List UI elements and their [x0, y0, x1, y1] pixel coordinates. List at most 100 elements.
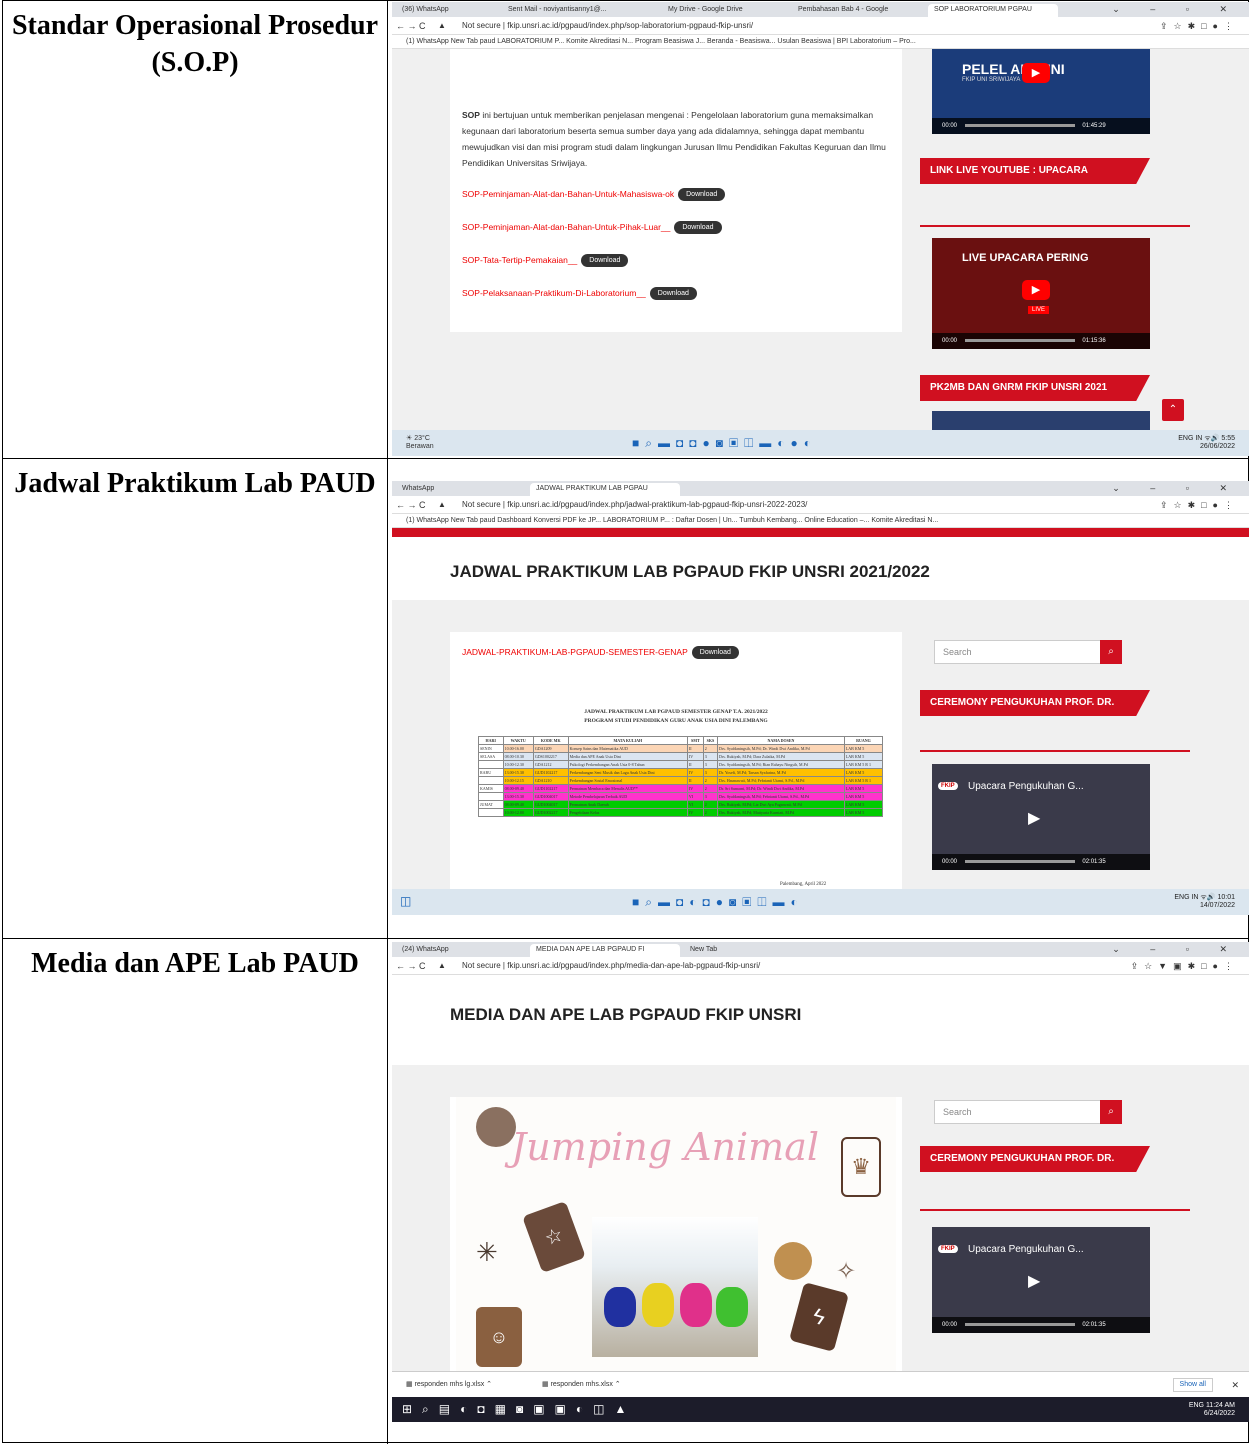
schedule-title: JADWAL PRAKTIKUM LAB PGPAUD SEMESTER GEN…	[584, 709, 768, 715]
schedule-cell	[478, 808, 504, 817]
schedule-row: 10.00-12.00 GUD1002217 Pengelolaan Kelas IV…	[478, 808, 884, 817]
nav-arrows-icon[interactable]: ← → C	[396, 496, 426, 514]
tab[interactable]: My Drive - Google Drive	[662, 4, 782, 17]
download-item[interactable]: ▦ responden mhs.xlsx ⌃	[542, 1372, 621, 1398]
toolbar-icons[interactable]: ⇪☆✱□●⋮	[1160, 17, 1239, 35]
video-embed[interactable]: LIVE UPACARA PERING ▶ LIVE 00:00 01:15:3…	[932, 238, 1150, 349]
weather-desc: Berawan	[406, 443, 434, 450]
search-button[interactable]: ⌕	[1100, 640, 1122, 664]
sop-link-row[interactable]: SOP-Pelaksanaan-Praktikum-Di-Laboratoriu…	[462, 287, 697, 300]
search-input[interactable]: Search	[934, 1100, 1120, 1124]
address-bar[interactable]: ← → C ▲ Not secure | fkip.unsri.ac.id/pg…	[392, 957, 1249, 975]
schedule-cell: 08.00-09.40	[502, 784, 534, 793]
sop-link-row[interactable]: SOP-Peminjaman-Alat-dan-Bahan-Untuk-Piha…	[462, 221, 722, 234]
intro-paragraph: SOP ini bertujuan untuk memberikan penje…	[462, 107, 892, 171]
nav-arrows-icon[interactable]: ← → C	[396, 957, 426, 975]
video-controls[interactable]: 00:00 01:45:29	[932, 118, 1150, 134]
task-view-icon[interactable]: ◫	[400, 894, 411, 908]
clock-date: 14/07/2022	[1199, 902, 1235, 909]
schedule-header-cell: NAMA DOSEN	[717, 736, 845, 745]
tab[interactable]: WhatsApp	[396, 483, 526, 496]
tab-active[interactable]: MEDIA DAN APE LAB PGPAUD FI	[530, 944, 680, 957]
screenshot-jadwal: WhatsApp JADWAL PRAKTIKUM LAB PGPAU ⌄ – …	[392, 481, 1249, 915]
search-input[interactable]: Search	[934, 640, 1120, 664]
sop-link-row[interactable]: SOP-Peminjaman-Alat-dan-Bahan-Untuk-Maha…	[462, 188, 726, 201]
window-controls[interactable]: ⌄ – ▫ ✕	[1112, 4, 1241, 15]
schedule-link[interactable]: JADWAL-PRAKTIKUM-LAB-PGPAUD-SEMESTER-GEN…	[462, 647, 688, 657]
sop-link-row[interactable]: SOP-Tata-Tertip-Pemakaian__ Download	[462, 254, 629, 267]
address-bar[interactable]: ← → C ▲ Not secure | fkip.unsri.ac.id/pg…	[392, 17, 1249, 35]
download-button[interactable]: Download	[691, 646, 739, 659]
intro-text: ini bertujuan untuk memberikan penjelasa…	[462, 110, 886, 168]
system-tray[interactable]: ENG IN ᯤ🔊 10:01 14/07/2022	[1174, 894, 1235, 910]
video-controls[interactable]: 00:00 02:01:35	[932, 1317, 1150, 1333]
download-button[interactable]: Download	[678, 188, 726, 201]
main-card: JADWAL-PRAKTIKUM-LAB-PGPAUD-SEMESTER-GEN…	[450, 632, 902, 889]
schedule-cell: IV	[686, 752, 704, 761]
nav-arrows-icon[interactable]: ← → C	[396, 17, 426, 35]
tab-active[interactable]: SOP LABORATORIUM PGPAU	[928, 4, 1058, 17]
schedule-cell: LAB KM 5	[843, 800, 884, 809]
system-tray[interactable]: ENG 11:24 AM 6/24/2022	[1189, 1402, 1235, 1418]
schedule-cell: 2	[702, 744, 719, 753]
toolbar-icons[interactable]: ⇪☆▼▣✱□●⋮	[1131, 957, 1239, 975]
play-icon[interactable]: ▶	[1028, 1271, 1040, 1291]
video-controls[interactable]: 00:00 02:01:35	[932, 854, 1150, 870]
tab[interactable]: Pembahasan Bab 4 - Google	[792, 4, 922, 17]
taskbar-app-icons[interactable]: ⊞⌕▤◐◘▦◙▣▣◐◫▲	[402, 1402, 636, 1417]
coin-icon	[774, 1242, 812, 1280]
schedule-cell: IV	[686, 768, 704, 777]
url-text[interactable]: fkip.unsri.ac.id/pgpaud/index.php/media-…	[507, 961, 760, 970]
video-embed[interactable]	[932, 411, 1150, 430]
download-button[interactable]: Download	[581, 254, 629, 267]
play-icon[interactable]: ▶	[1022, 63, 1050, 83]
video-embed[interactable]: FKIP Upacara Pengukuhan G... ▶ 00:00 02:…	[932, 1227, 1150, 1333]
schedule-row: KAMIS 08.00-09.40 GUD1102217 Permainan Memb…	[478, 784, 884, 793]
security-label: Not secure	[462, 500, 501, 509]
close-icon[interactable]: ✕	[1231, 1372, 1239, 1398]
taskbar-app-icons[interactable]: ■⌕▬◘◘●◙▣◫▬◐●◐	[632, 436, 817, 451]
url-text[interactable]: fkip.unsri.ac.id/pgpaud/index.php/sop-la…	[507, 21, 753, 30]
show-all-button[interactable]: Show all	[1172, 1378, 1213, 1392]
weather-widget[interactable]: ☀ 23°C Berawan	[406, 435, 434, 451]
scroll-top-button[interactable]: ⌃	[1162, 399, 1184, 421]
sop-link[interactable]: SOP-Tata-Tertip-Pemakaian__	[462, 255, 577, 265]
window-controls[interactable]: ⌄ – ▫ ✕	[1112, 483, 1241, 494]
schedule-cell: LAB KM 5	[843, 808, 884, 817]
tab[interactable]: (24) WhatsApp	[396, 944, 526, 957]
download-item[interactable]: ▦ responden mhs lg.xlsx ⌃	[406, 1372, 492, 1398]
sop-link[interactable]: SOP-Peminjaman-Alat-dan-Bahan-Untuk-Piha…	[462, 222, 670, 232]
download-button[interactable]: Download	[649, 287, 697, 300]
search-button[interactable]: ⌕	[1100, 1100, 1122, 1124]
bookmarks-bar[interactable]: (1) WhatsApp New Tab paud Dashboard Konv…	[392, 514, 1249, 528]
tab[interactable]: (36) WhatsApp	[396, 4, 496, 17]
url-text[interactable]: fkip.unsri.ac.id/pgpaud/index.php/jadwal…	[507, 500, 807, 509]
schedule-cell: 2	[702, 784, 719, 793]
play-icon[interactable]: ▶	[1022, 280, 1050, 300]
magnifier-icon	[476, 1107, 516, 1147]
sop-link[interactable]: SOP-Pelaksanaan-Praktikum-Di-Laboratoriu…	[462, 288, 646, 298]
system-tray[interactable]: ENG IN ᯤ🔊 5:55 26/06/2022	[1178, 435, 1235, 451]
tab-active[interactable]: JADWAL PRAKTIKUM LAB PGPAU	[530, 483, 680, 496]
row-label: Jadwal Praktikum Lab PAUD	[3, 459, 388, 938]
tab-bar: (24) WhatsApp MEDIA DAN APE LAB PGPAUD F…	[392, 942, 1249, 957]
schedule-cell: GUD1102217	[532, 784, 569, 793]
window-controls[interactable]: ⌄ – ▫ ✕	[1112, 944, 1241, 955]
tab[interactable]: Sent Mail - noviyantisanny1@...	[502, 4, 652, 17]
taskbar-app-icons[interactable]: ■⌕▬◘◐◘●◙▣◫▬◐	[632, 895, 804, 910]
download-button[interactable]: Download	[674, 221, 722, 234]
video-caption: LIVE UPACARA PERING	[962, 252, 1089, 264]
schedule-link-row[interactable]: JADWAL-PRAKTIKUM-LAB-PGPAUD-SEMESTER-GEN…	[462, 646, 739, 659]
sop-link[interactable]: SOP-Peminjaman-Alat-dan-Bahan-Untuk-Maha…	[462, 189, 674, 199]
toolbar-icons[interactable]: ⇪☆✱□●⋮	[1160, 496, 1239, 514]
bookmarks-bar[interactable]: (1) WhatsApp New Tab paud LABORATORIUM P…	[392, 35, 1249, 49]
play-icon[interactable]: ▶	[1028, 808, 1040, 828]
schedule-subtitle: PROGRAM STUDI PENDIDIKAN GURU ANAK USIA …	[584, 718, 768, 724]
video-controls[interactable]: 00:00 01:15:36	[932, 333, 1150, 349]
schedule-cell: IV	[686, 808, 704, 817]
address-bar[interactable]: ← → C ▲ Not secure | fkip.unsri.ac.id/pg…	[392, 496, 1249, 514]
video-embed[interactable]: PELEL ALUMNI FKIP UNI SRIWIJAYA ▶ 00:00 …	[932, 49, 1150, 134]
sidebar: Search ⌕ CEREMONY PENGUKUHAN PROF. DR. F…	[920, 632, 1210, 889]
video-embed[interactable]: FKIP Upacara Pengukuhan G... ▶ 00:00 02:…	[932, 764, 1150, 870]
tab[interactable]: New Tab	[684, 944, 834, 957]
